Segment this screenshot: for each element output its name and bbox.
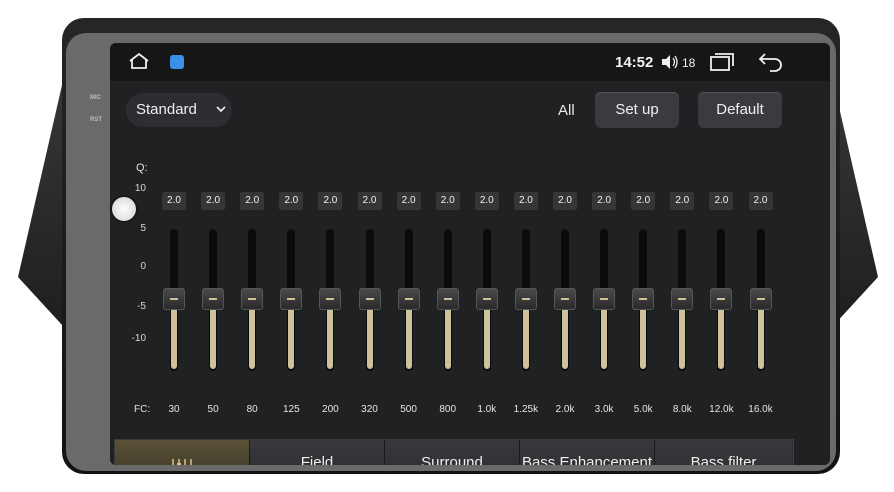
tab-field[interactable]: Field [250, 440, 385, 465]
y-tick: -10 [131, 333, 146, 344]
q-value-box[interactable]: 2.0 [513, 192, 538, 210]
q-value-box[interactable]: 2.0 [709, 192, 734, 210]
fc-label: 2.0k [555, 404, 575, 415]
fc-label: 80 [246, 404, 258, 415]
q-value-box[interactable]: 2.0 [201, 192, 226, 210]
q-value-box[interactable]: 2.0 [670, 192, 695, 210]
back-icon[interactable] [758, 52, 784, 77]
slider-thumb[interactable] [749, 288, 772, 310]
chevron-down-icon [216, 93, 226, 140]
y-tick: 10 [134, 183, 146, 194]
y-tick: 5 [140, 223, 146, 234]
slider-thumb[interactable] [671, 288, 694, 310]
tab-surround[interactable]: Surround [385, 440, 520, 465]
fc-label: 5.0k [633, 404, 653, 415]
default-button[interactable]: Default [698, 92, 782, 128]
slider-thumb[interactable] [710, 288, 733, 310]
all-label[interactable]: All [558, 102, 575, 119]
q-value-box[interactable]: 2.0 [162, 192, 186, 210]
recent-apps-icon[interactable] [710, 53, 734, 76]
q-value-box[interactable]: 2.0 [435, 192, 460, 210]
slider-thumb[interactable] [593, 288, 616, 310]
slider-thumb[interactable] [319, 288, 342, 310]
app-notification-icon [170, 55, 184, 69]
fc-label: 200 [322, 404, 339, 415]
q-value-box[interactable]: 2.0 [396, 192, 421, 210]
q-value-box[interactable]: 2.0 [631, 192, 656, 210]
slider-thumb[interactable] [475, 288, 498, 310]
fc-label: 8.0k [672, 404, 692, 415]
slider-thumb[interactable] [241, 288, 264, 310]
tab-equalizer[interactable] [115, 440, 250, 465]
q-value-box[interactable]: 2.0 [318, 192, 343, 210]
clock: 14:52 [615, 54, 654, 71]
preset-label: Standard [136, 101, 197, 118]
volume-level: 18 [682, 56, 696, 70]
fc-label: 30 [168, 404, 180, 415]
slider-thumb[interactable] [554, 288, 576, 310]
fc-label: 800 [439, 404, 457, 415]
setup-button[interactable]: Set up [595, 92, 679, 128]
fc-label: 320 [361, 404, 378, 415]
y-tick: -5 [137, 301, 146, 312]
slider-thumb[interactable] [358, 288, 381, 310]
q-value-box[interactable]: 2.0 [748, 192, 773, 210]
q-value-box[interactable]: 2.0 [240, 192, 265, 210]
assistive-touch-button[interactable] [112, 197, 136, 221]
eq-panel: Standard All Set up Default Q: FC: 10 5 … [110, 81, 830, 465]
volume-icon[interactable] [661, 54, 679, 75]
fc-label: 1.25k [513, 404, 539, 415]
fc-label: 500 [400, 404, 417, 415]
slider-thumb[interactable] [163, 288, 185, 310]
slider-thumb[interactable] [514, 288, 537, 310]
fc-label: 125 [282, 404, 300, 415]
tab-bass-enhancement[interactable]: Bass Enhancement [520, 440, 655, 465]
q-value-box[interactable]: 2.0 [592, 192, 617, 210]
fc-label: 50 [207, 404, 219, 415]
equalizer-icon [170, 452, 196, 465]
tab-bass-filter[interactable]: Bass filter [655, 440, 792, 465]
mic-label: MIC [90, 95, 101, 101]
rst-label: RST [90, 117, 102, 123]
tab-bar: Field Surround Bass Enhancement Bass fil… [114, 439, 794, 465]
q-value-box[interactable]: 2.0 [279, 192, 304, 210]
fc-label: 16.0k [748, 404, 773, 415]
q-value-box[interactable]: 2.0 [474, 192, 499, 210]
slider-thumb[interactable] [202, 288, 225, 310]
slider-thumb[interactable] [280, 288, 303, 310]
home-icon[interactable] [128, 52, 150, 75]
slider-thumb[interactable] [397, 288, 420, 310]
screen: 14:52 18 Standard All Set up Default Q: … [110, 43, 830, 465]
fc-label: 1.0k [477, 404, 497, 415]
q-value-box[interactable]: 2.0 [553, 192, 577, 210]
fc-label: 12.0k [709, 404, 734, 415]
y-tick: 0 [140, 261, 146, 272]
q-value-box[interactable]: 2.0 [357, 192, 382, 210]
q-label: Q: [136, 162, 148, 174]
preset-dropdown[interactable]: Standard [126, 93, 232, 127]
fc-label: 3.0k [594, 404, 614, 415]
status-bar: 14:52 18 [110, 43, 830, 81]
slider-thumb[interactable] [632, 288, 655, 310]
slider-thumb[interactable] [436, 288, 459, 310]
fc-label: FC: [134, 404, 151, 415]
